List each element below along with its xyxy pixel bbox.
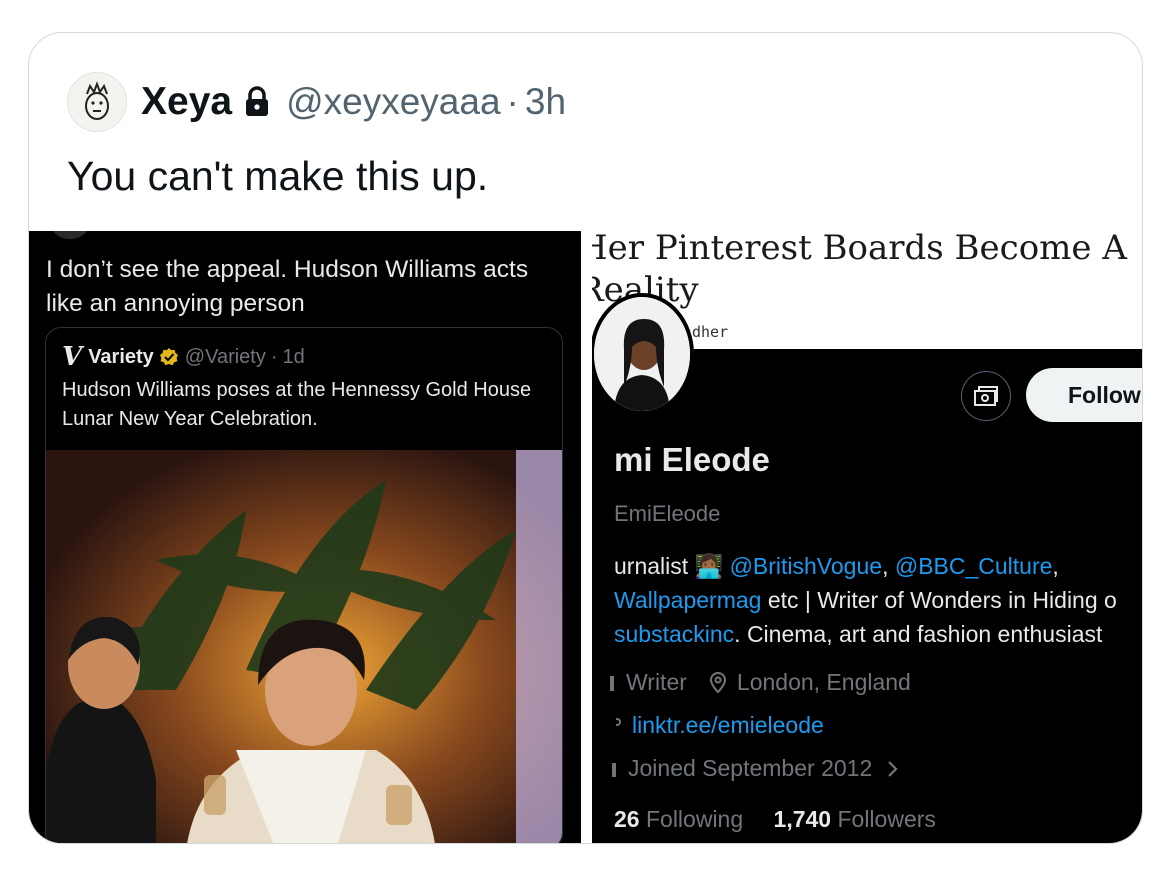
screenshot-divider bbox=[581, 231, 592, 843]
quote-text: Hudson Williams poses at the Hennessy Go… bbox=[62, 379, 532, 430]
bio-line-1: urnalist 👩🏾‍💻 @BritishVogue, @BBC_Cultur… bbox=[614, 549, 1142, 583]
subscribe-money-button[interactable] bbox=[961, 371, 1011, 421]
profile-url-link[interactable]: linktr.ee/emieleode bbox=[632, 712, 824, 739]
bio-mention-britishvogue[interactable]: @BritishVogue bbox=[730, 553, 883, 579]
quote-timestamp: 1d bbox=[282, 345, 305, 368]
bio-text: . Cinema, art and fashion enthusiast bbox=[734, 621, 1103, 647]
followers-count: 1,740 bbox=[773, 806, 832, 832]
banner-byline: dher bbox=[692, 323, 729, 341]
profile-joined: Joined September 2012 bbox=[612, 755, 898, 782]
profile-location: London, England bbox=[736, 669, 911, 695]
quote-header: V Variety @Variety · 1d bbox=[62, 342, 305, 372]
followers-label: Followers bbox=[837, 806, 936, 832]
banner-headline: Her Pinterest Boards Become A Reality bbox=[592, 231, 1127, 311]
bio-text: , bbox=[882, 553, 895, 579]
author-handle[interactable]: @xeyxeyaaa bbox=[286, 81, 500, 123]
tweet-text: You can't make this up. bbox=[67, 153, 489, 199]
quote-author-name: Variety bbox=[88, 345, 154, 368]
chevron-right-icon[interactable] bbox=[886, 760, 898, 778]
profile-meta: Writer London, England bbox=[610, 669, 911, 696]
protected-lock-icon bbox=[244, 86, 270, 118]
reply-avatar bbox=[49, 231, 91, 239]
quote-author-handle: @Variety bbox=[184, 345, 266, 368]
tweet-timestamp[interactable]: 3h bbox=[525, 81, 566, 123]
joined-date: Joined September 2012 bbox=[628, 755, 873, 781]
separator-dot: · bbox=[506, 81, 519, 122]
follow-counts: 26 Following 1,740 Followers bbox=[614, 806, 936, 833]
verified-badge-icon bbox=[159, 347, 179, 367]
tweet-header: Xeya @xeyxeyaaa · 3h bbox=[67, 71, 566, 133]
link-icon bbox=[616, 716, 622, 736]
money-icon bbox=[974, 386, 998, 406]
bio-text: , bbox=[1052, 553, 1059, 579]
bio-text: urnalist 👩🏾‍💻 bbox=[614, 553, 730, 579]
profile-url-row: linktr.ee/emieleode bbox=[616, 712, 824, 739]
bio-text: etc | Writer of Wonders in Hiding o bbox=[761, 587, 1117, 613]
profile-name: mi Eleode bbox=[614, 441, 770, 478]
author-avatar[interactable] bbox=[67, 72, 127, 132]
doodle-face-icon bbox=[85, 81, 109, 120]
location-pin-icon bbox=[709, 671, 727, 694]
bio-mention-bbc-culture[interactable]: @BBC_Culture bbox=[895, 553, 1053, 579]
follow-button[interactable]: Follow bbox=[1026, 368, 1142, 422]
followers-link[interactable]: 1,740 Followers bbox=[774, 806, 936, 832]
quote-tweet-card[interactable]: Xeya @xeyxeyaaa · 3h You can't make this… bbox=[28, 32, 1143, 844]
banner-headline-line1: Her Pinterest Boards Become A bbox=[592, 231, 1127, 268]
briefcase-icon bbox=[610, 673, 616, 693]
following-link[interactable]: 26 Following bbox=[614, 806, 743, 832]
quote-photo bbox=[46, 450, 562, 843]
left-screenshot-image[interactable]: I don’t see the appeal. Hudson Williams … bbox=[29, 231, 581, 843]
profile-handle: EmiEleode bbox=[614, 501, 721, 526]
separator-dot: · bbox=[270, 345, 278, 368]
right-screenshot-image[interactable]: Her Pinterest Boards Become A Reality dh… bbox=[592, 231, 1142, 843]
bio-line-2: Wallpapermag etc | Writer of Wonders in … bbox=[614, 583, 1142, 617]
profile-bio: urnalist 👩🏾‍💻 @BritishVogue, @BBC_Cultur… bbox=[614, 549, 1142, 651]
following-label: Following bbox=[645, 806, 744, 832]
variety-logo: V bbox=[62, 342, 83, 372]
embedded-quote-tweet[interactable]: V Variety @Variety · 1d Hudson Williams … bbox=[45, 327, 563, 843]
bio-mention-substackinc[interactable]: substackinc bbox=[614, 621, 734, 647]
profile-avatar bbox=[592, 293, 694, 415]
bio-mention-wallpapermag[interactable]: Wallpapermag bbox=[614, 587, 761, 613]
calendar-icon bbox=[612, 759, 618, 779]
reply-text: I don’t see the appeal. Hudson Williams … bbox=[46, 256, 529, 317]
profile-occupation: Writer bbox=[626, 669, 687, 695]
author-name[interactable]: Xeya bbox=[141, 80, 232, 124]
following-count: 26 bbox=[614, 806, 640, 832]
bio-line-3: substackinc. Cinema, art and fashion ent… bbox=[614, 617, 1142, 651]
